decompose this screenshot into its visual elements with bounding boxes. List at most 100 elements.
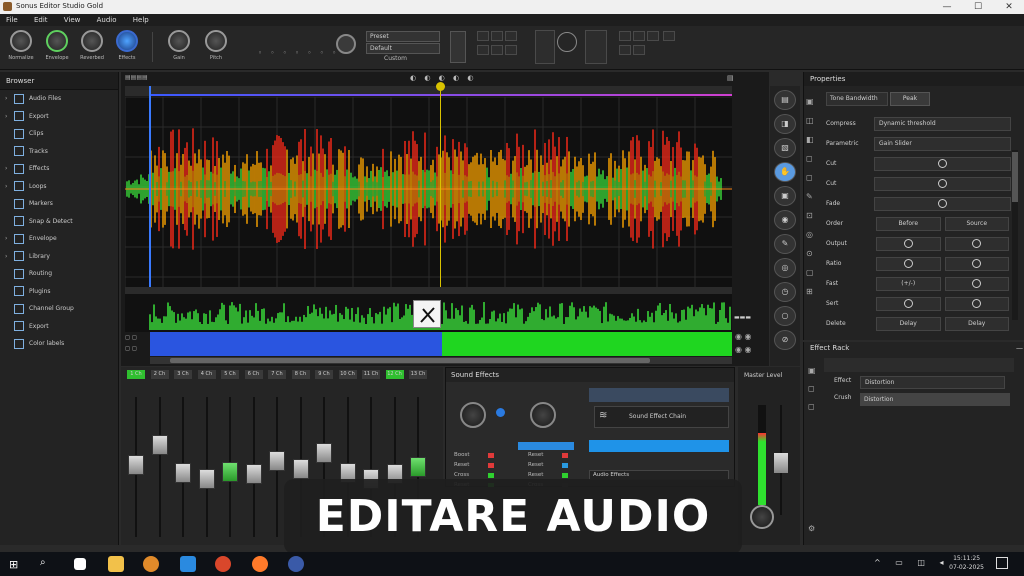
browser-item[interactable]: Clips: [0, 125, 118, 143]
property-value[interactable]: Gain Slider: [874, 136, 1011, 151]
property-value[interactable]: [876, 296, 941, 311]
menu-file[interactable]: File: [6, 14, 18, 26]
marker-lane[interactable]: [125, 287, 732, 294]
channel-fader[interactable]: [292, 459, 309, 480]
scroll-thumb[interactable]: [170, 358, 650, 363]
search-icon[interactable]: ⌕: [40, 557, 46, 568]
app-taskbar-icon[interactable]: [288, 556, 304, 572]
task-view-icon[interactable]: [74, 558, 86, 570]
effect-chain-selected[interactable]: [589, 440, 729, 452]
audio-clip[interactable]: [442, 332, 732, 356]
effect-list-item[interactable]: Reset: [528, 450, 568, 460]
tool-top-icon[interactable]: ▤: [774, 90, 796, 110]
editor-tab[interactable]: ▤▤▤▤: [125, 74, 148, 81]
master-fader[interactable]: [774, 453, 788, 473]
tool-time-icon[interactable]: ◷: [774, 282, 796, 302]
browser-item[interactable]: Snap & Detect: [0, 213, 118, 231]
effect-list-item[interactable]: Reset: [528, 460, 568, 470]
tab-tone-bandwidth[interactable]: Tone Bandwidth: [826, 92, 888, 106]
zoom-controls[interactable]: ◐ ◐ ◐ ◐ ◐: [410, 74, 476, 82]
record-button[interactable]: [336, 34, 356, 54]
gain-knob[interactable]: Gain: [162, 30, 196, 61]
file-explorer-icon[interactable]: [108, 556, 124, 572]
menu-view[interactable]: View: [64, 14, 81, 26]
expand-arrow-icon[interactable]: ›: [5, 95, 11, 102]
reverb-button[interactable]: Reverbed: [75, 30, 109, 61]
property-value[interactable]: [944, 276, 1009, 291]
property-value[interactable]: (+/-): [876, 276, 941, 291]
channel-fader[interactable]: [269, 451, 285, 471]
snap-tool[interactable]: [585, 30, 607, 64]
tool-envelope-icon[interactable]: ◎: [774, 258, 796, 278]
selection-start-marker[interactable]: [149, 86, 151, 292]
expand-arrow-icon[interactable]: ›: [5, 235, 11, 242]
tool-pencil-icon[interactable]: ✎: [774, 234, 796, 254]
cut-icon[interactable]: [413, 300, 441, 328]
system-tray-icons[interactable]: ^ ▭ ◫ ◂: [874, 558, 949, 567]
time-ruler[interactable]: [125, 86, 732, 96]
channel-fader[interactable]: [128, 454, 144, 475]
fx-slot[interactable]: [535, 30, 555, 64]
tool-range-icon[interactable]: ▧: [774, 138, 796, 158]
tool-split-icon[interactable]: ⊘: [774, 330, 796, 350]
tool-select-icon[interactable]: ◨: [774, 114, 796, 134]
channel-fader[interactable]: [222, 461, 238, 482]
effect-toggle[interactable]: [496, 408, 505, 417]
preset-dropdown[interactable]: Default: [366, 43, 440, 54]
browser-item[interactable]: › Envelope: [0, 230, 118, 248]
property-value[interactable]: Before: [876, 216, 941, 231]
tool-zoom-icon[interactable]: ▣: [774, 186, 796, 206]
envelope-button[interactable]: Envelope: [40, 30, 74, 61]
property-value[interactable]: Source: [944, 216, 1009, 231]
property-value[interactable]: [876, 236, 941, 251]
browser-item[interactable]: › Library: [0, 248, 118, 266]
effect-knob-2[interactable]: [530, 402, 556, 428]
browser-item[interactable]: Markers: [0, 195, 118, 213]
channel-fader[interactable]: [410, 457, 426, 477]
close-icon[interactable]: ✕: [994, 0, 1024, 14]
bracket-tool[interactable]: [450, 31, 466, 63]
chrome-icon[interactable]: [215, 556, 231, 572]
property-value[interactable]: [874, 176, 1011, 191]
tab-peak[interactable]: Peak: [890, 92, 930, 106]
master-knob[interactable]: [750, 505, 774, 529]
horizontal-scrollbar[interactable]: [150, 357, 732, 364]
property-value[interactable]: [944, 236, 1009, 251]
playhead-handle[interactable]: [436, 82, 445, 91]
minimize-icon[interactable]: —: [932, 0, 962, 14]
panel-close-icon[interactable]: —: [1016, 344, 1023, 352]
browser-item[interactable]: › Loops: [0, 178, 118, 196]
view-tools[interactable]: [618, 30, 688, 58]
effects-button[interactable]: Effects: [110, 30, 144, 61]
expand-arrow-icon[interactable]: ›: [5, 183, 11, 190]
property-value[interactable]: [874, 196, 1011, 211]
panel-menu-icon[interactable]: ▤: [727, 74, 734, 82]
effect-knob-1[interactable]: [460, 402, 486, 428]
expand-arrow-icon[interactable]: ›: [5, 113, 11, 120]
start-icon[interactable]: ⊞: [9, 558, 18, 571]
tool-hand-icon[interactable]: ✋: [774, 162, 796, 182]
clip-tools[interactable]: ◉ ◉ ◉ ◉: [735, 330, 752, 356]
clock[interactable]: 15:11:25 07-02-2025: [949, 554, 984, 572]
browser-item[interactable]: › Effects: [0, 160, 118, 178]
grid-tools[interactable]: [476, 30, 531, 58]
browser-item[interactable]: › Audio Files: [0, 90, 118, 108]
property-value[interactable]: [874, 156, 1011, 171]
expand-arrow-icon[interactable]: ›: [5, 253, 11, 260]
track-controls[interactable]: ◻ ◻ ◻ ◻: [125, 332, 149, 356]
effect-dropdown[interactable]: Distortion: [860, 376, 1005, 389]
property-value[interactable]: [876, 256, 941, 271]
effect-list-item[interactable]: Boost: [454, 450, 494, 460]
effect-chain-item[interactable]: ≋ Sound Effect Chain: [594, 406, 729, 428]
rack-settings-icon[interactable]: ⚙: [808, 524, 815, 533]
property-value[interactable]: [944, 296, 1009, 311]
normalize-button[interactable]: Normalize: [4, 30, 38, 61]
expand-arrow-icon[interactable]: ›: [5, 165, 11, 172]
firefox-icon[interactable]: [252, 556, 268, 572]
property-value[interactable]: Dynamic threshold: [874, 116, 1011, 131]
selected-region[interactable]: [150, 332, 442, 356]
effect-level-bar[interactable]: [518, 442, 574, 450]
browser-item[interactable]: Routing: [0, 265, 118, 283]
channel-fader[interactable]: [198, 469, 215, 489]
crush-value[interactable]: Distortion: [860, 393, 1010, 406]
